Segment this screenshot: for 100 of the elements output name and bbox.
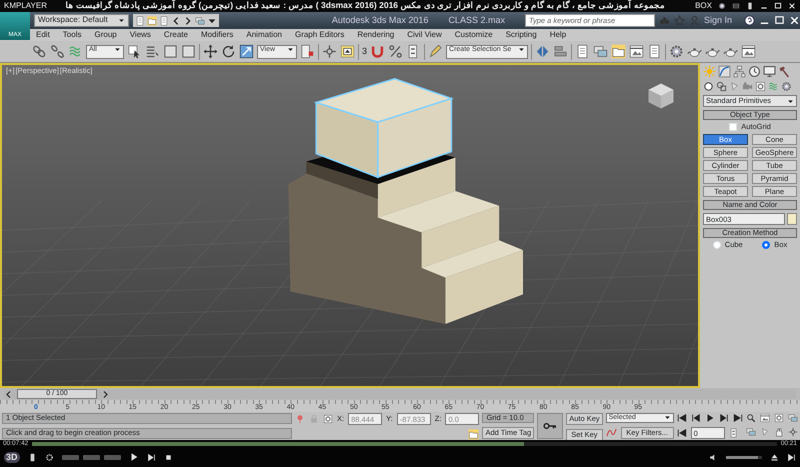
gizmo-icon[interactable] <box>788 427 798 437</box>
menu-item[interactable]: Modifiers <box>200 30 234 40</box>
menu-item[interactable]: Graph Editors <box>294 30 344 40</box>
play-icon[interactable] <box>128 452 139 462</box>
skip-end-icon[interactable] <box>732 413 743 423</box>
sign-in-link[interactable]: Sign In <box>704 16 732 26</box>
rotate-icon[interactable] <box>221 44 236 59</box>
step-forward-icon[interactable] <box>146 452 156 462</box>
menu-item[interactable]: Animation <box>246 30 282 40</box>
layers-icon[interactable] <box>788 413 798 423</box>
autogrid-checkbox[interactable] <box>729 123 738 132</box>
magnet-icon[interactable] <box>370 44 386 59</box>
target-icon[interactable] <box>323 414 333 424</box>
chevron-left-icon[interactable] <box>170 16 181 26</box>
window-icon[interactable] <box>629 44 644 59</box>
seek-bar[interactable] <box>32 442 777 446</box>
layers-icon[interactable] <box>746 427 756 437</box>
move-icon[interactable] <box>203 44 218 59</box>
shapes-icon[interactable] <box>716 81 727 92</box>
scale-icon[interactable] <box>239 44 254 59</box>
hand-icon[interactable] <box>774 427 784 437</box>
color-swatch[interactable] <box>787 213 797 226</box>
caret-icon[interactable] <box>664 414 671 421</box>
chevron-left-icon[interactable] <box>4 390 13 398</box>
gizmo-icon[interactable] <box>322 44 337 59</box>
cursor-icon[interactable] <box>127 44 142 59</box>
menu-item[interactable]: Customize <box>454 30 493 40</box>
menu-item[interactable]: Rendering <box>357 30 394 40</box>
caret-icon[interactable] <box>518 46 526 52</box>
skip-start-icon[interactable] <box>676 428 687 438</box>
list-icon[interactable] <box>145 44 160 59</box>
hammer-icon[interactable] <box>778 65 791 78</box>
close-icon[interactable] <box>788 2 796 10</box>
hierarchy-icon[interactable] <box>733 65 746 78</box>
help-icon[interactable] <box>744 15 755 26</box>
menu-item[interactable]: Views <box>130 30 151 40</box>
skip-start-icon[interactable] <box>676 413 687 423</box>
monitor-icon[interactable] <box>763 65 776 78</box>
next-icon[interactable] <box>718 413 729 423</box>
step-back-icon[interactable] <box>690 413 701 423</box>
menu-item[interactable]: Create <box>164 30 188 40</box>
target-icon[interactable] <box>755 81 766 92</box>
target-icon[interactable] <box>774 413 784 423</box>
caret-icon[interactable] <box>787 98 794 104</box>
3d-button[interactable]: 3D <box>4 452 20 462</box>
square-icon[interactable] <box>181 44 196 59</box>
window-icon[interactable] <box>760 413 770 423</box>
doc-icon[interactable] <box>134 16 145 26</box>
preset-button[interactable] <box>82 454 100 460</box>
eject-icon[interactable] <box>770 452 779 462</box>
selected-box-drawing[interactable] <box>314 78 454 178</box>
layers-icon[interactable] <box>593 44 608 59</box>
step-forward-icon[interactable] <box>787 452 796 462</box>
mirror-icon[interactable] <box>535 44 550 59</box>
menu-item[interactable]: Tools <box>62 30 82 40</box>
menu-item[interactable]: Scripting <box>506 30 537 40</box>
search-icon[interactable] <box>746 413 756 423</box>
menu-item[interactable]: Help <box>550 30 566 40</box>
align-icon[interactable] <box>553 44 568 59</box>
menu-item[interactable]: Group <box>94 30 117 40</box>
caret-icon[interactable] <box>287 46 294 52</box>
gear-icon[interactable] <box>718 2 726 10</box>
gear-icon[interactable] <box>781 81 792 92</box>
phone-icon[interactable] <box>746 2 754 10</box>
folder-icon[interactable] <box>468 429 480 440</box>
format-label: BOX <box>695 2 712 10</box>
unlink-icon[interactable] <box>50 44 65 59</box>
folder-icon[interactable] <box>611 44 626 59</box>
link-icon[interactable] <box>32 44 47 59</box>
caret-icon[interactable] <box>114 46 121 52</box>
workspace-dropdown[interactable]: Workspace: Default <box>34 14 129 27</box>
maximize-icon[interactable] <box>774 2 782 10</box>
close-icon[interactable] <box>789 15 800 26</box>
film-icon[interactable] <box>732 2 740 10</box>
maximize-icon[interactable] <box>774 15 785 26</box>
clock-icon[interactable] <box>748 65 761 78</box>
doc-icon[interactable] <box>158 16 169 26</box>
curve-icon[interactable] <box>718 65 731 78</box>
square-icon[interactable] <box>163 44 178 59</box>
percent-icon[interactable] <box>388 44 404 59</box>
preset-button[interactable] <box>62 454 79 460</box>
menu-item[interactable]: Edit <box>36 30 50 40</box>
caret-icon[interactable] <box>118 17 125 24</box>
phone-icon[interactable] <box>28 452 37 462</box>
view-cube-icon[interactable] <box>646 81 676 111</box>
pencil-icon[interactable] <box>428 44 444 59</box>
snap-toggle[interactable]: 3 <box>362 46 368 56</box>
radio-button[interactable] <box>762 241 770 250</box>
gear-icon[interactable] <box>669 44 684 59</box>
layers-icon[interactable] <box>194 16 205 26</box>
chevron-right-icon[interactable] <box>101 390 110 398</box>
stop-icon[interactable] <box>164 452 173 462</box>
star-icon[interactable] <box>674 15 685 26</box>
curve-icon[interactable] <box>606 427 617 438</box>
frame-icon[interactable] <box>340 44 355 59</box>
window-icon[interactable] <box>741 44 756 59</box>
preset-button[interactable] <box>104 454 121 460</box>
menu-item[interactable]: Civil View <box>407 30 442 40</box>
circle-icon[interactable] <box>703 81 714 92</box>
folder-icon[interactable] <box>146 16 157 26</box>
